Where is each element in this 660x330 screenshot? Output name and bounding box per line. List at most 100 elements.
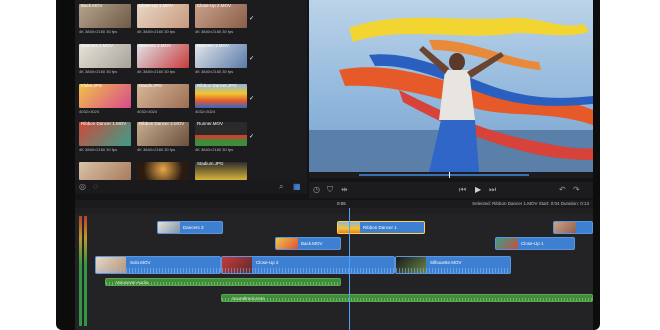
media-tile[interactable]: Runner.MOV 4K 3840×2160 30 fps ✓ bbox=[195, 121, 254, 156]
media-meta: 4K 3840×2160 30 fps bbox=[79, 69, 118, 74]
timeline-header: 0:06 Selected: Ribbon Dancer 1.MOV Start… bbox=[75, 200, 593, 208]
timeline-playhead[interactable] bbox=[349, 208, 350, 330]
audio-meter-left bbox=[79, 216, 82, 326]
skip-forward-icon[interactable]: ⏭ bbox=[489, 186, 496, 194]
media-name: Back.MOV bbox=[81, 3, 103, 8]
audio-clip[interactable]: Voiceover Audio bbox=[105, 278, 341, 286]
media-tile[interactable]: Back.MOV 4K 3840×2160 30 fps bbox=[79, 3, 131, 38]
clip-label: Ribbon Dancer 1 bbox=[363, 225, 397, 230]
clip-thumbnail bbox=[276, 238, 298, 249]
clip-thumbnail bbox=[496, 238, 518, 249]
split-icon[interactable]: ⇹ bbox=[341, 186, 348, 194]
media-tile[interactable]: Ribbon Dancer 1.MOV 4K 3840×2160 30 fps bbox=[79, 121, 131, 156]
video-clip[interactable]: Close-Up 2 bbox=[221, 256, 395, 274]
audio-clip[interactable]: Soundtrack.m4a bbox=[221, 294, 593, 302]
video-clip-selected[interactable]: Ribbon Dancer 1 bbox=[337, 221, 425, 234]
grid-view-icon[interactable]: ▦ bbox=[293, 183, 301, 191]
dancer-shirt bbox=[439, 70, 475, 120]
media-name: Hands.JPG bbox=[139, 83, 163, 88]
media-name: Dancers 2.MOV bbox=[139, 43, 172, 48]
timeline-ruler bbox=[75, 208, 593, 214]
viewer-frame bbox=[309, 17, 593, 172]
media-name: Ribbon Dancer.JPG bbox=[197, 83, 237, 88]
media-meta: 4K 3840×2160 30 fps bbox=[137, 147, 176, 152]
media-browser: Back.MOV 4K 3840×2160 30 fps Close-Up 1.… bbox=[75, 0, 307, 194]
audio-waveform bbox=[222, 268, 394, 273]
sidebar-strip bbox=[61, 0, 75, 330]
options-icon[interactable]: ◌ bbox=[93, 183, 98, 191]
media-name: Dancers 1.MOV bbox=[81, 43, 114, 48]
media-tile[interactable]: Hands.JPG 4032×3024 bbox=[137, 83, 189, 118]
ribbon-yellow bbox=[349, 17, 589, 42]
selected-check-icon: ✓ bbox=[249, 134, 255, 140]
video-clip[interactable]: Silhouette.MOV bbox=[395, 256, 511, 274]
browser-toolbar: ◎ ◌ ⌕ ▦ bbox=[75, 180, 307, 194]
viewer-scrubber[interactable] bbox=[309, 172, 593, 178]
media-tile[interactable]: Dancers 2.MOV 4K 3840×2160 30 fps bbox=[137, 43, 189, 78]
dancer-pants bbox=[429, 120, 479, 172]
clock-icon[interactable]: ◷ bbox=[313, 186, 320, 194]
clip-label: Silhouette.MOV bbox=[430, 260, 462, 265]
media-meta: 4K 3840×2160 30 fps bbox=[79, 147, 118, 152]
skip-back-icon[interactable]: ⏮ bbox=[459, 186, 466, 194]
selected-check-icon: ✓ bbox=[249, 16, 255, 22]
app-screen: Back.MOV 4K 3840×2160 30 fps Close-Up 1.… bbox=[61, 0, 593, 330]
media-meta: 4K 3840×2160 30 fps bbox=[79, 29, 118, 34]
video-viewer[interactable] bbox=[309, 0, 593, 172]
audio-waveform bbox=[96, 268, 220, 273]
media-meta: 4K 3840×2160 30 fps bbox=[195, 29, 234, 34]
media-name: Close-Up 1.MOV bbox=[139, 3, 174, 8]
video-clip[interactable]: Dancers 3 bbox=[157, 221, 223, 234]
dancer-head bbox=[449, 53, 465, 71]
media-name: Ribbon Dancer 1.MOV bbox=[81, 121, 127, 126]
transport-bar: ◷ ⛉ ⇹ ⏮ ▶ ⏭ ↶ ↷ bbox=[309, 182, 593, 198]
clip-label: Close-Up 2 bbox=[256, 260, 279, 265]
search-icon[interactable]: ⌕ bbox=[279, 183, 283, 191]
media-meta: 4032×3024 bbox=[79, 109, 100, 114]
media-meta: 4K 3840×2160 30 fps bbox=[195, 147, 234, 152]
redo-icon[interactable]: ↷ bbox=[573, 186, 580, 194]
media-name: Ribbon Dancer 2.MOV bbox=[139, 121, 185, 126]
media-tile[interactable]: Ribbon Dancer.JPG 4032×3024 ✓ bbox=[195, 83, 254, 118]
undo-icon[interactable]: ↶ bbox=[559, 186, 566, 194]
media-meta: 4K 3840×2160 30 fps bbox=[137, 69, 176, 74]
media-tile[interactable]: Dancers 3.MOV 4K 3840×2160 30 fps ✓ bbox=[195, 43, 254, 78]
checkmark-circle-icon[interactable]: ◎ bbox=[79, 183, 86, 191]
clip-label: Close-Up 1 bbox=[521, 241, 544, 246]
selection-info: Selected: Ribbon Dancer 1.MOV Start: 0:0… bbox=[472, 201, 589, 206]
media-name: Fluke.JPG bbox=[81, 83, 103, 88]
media-name: Runner.MOV bbox=[197, 121, 224, 126]
media-tile[interactable]: Close-Up 1.MOV 4K 3840×2160 30 fps bbox=[137, 3, 189, 38]
media-tile[interactable]: Ribbon Dancer 2.MOV 4K 3840×2160 30 fps bbox=[137, 121, 189, 156]
video-clip[interactable]: Close-Up 1 bbox=[495, 237, 575, 250]
video-clip[interactable]: Solo.MOV bbox=[95, 256, 221, 274]
media-meta: 4K 3840×2160 30 fps bbox=[195, 69, 234, 74]
video-clip[interactable]: Back.MOV bbox=[275, 237, 341, 250]
audio-waveform bbox=[396, 268, 510, 273]
media-tile[interactable]: Fluke.JPG 4032×3024 bbox=[79, 83, 131, 118]
clip-thumbnail bbox=[554, 222, 576, 233]
media-name: Close-Up 2.MOV bbox=[197, 3, 232, 8]
media-meta: 4032×3024 bbox=[195, 109, 216, 114]
clip-label: Solo.MOV bbox=[130, 260, 151, 265]
selected-check-icon: ✓ bbox=[249, 96, 255, 102]
media-meta: 4032×3024 bbox=[137, 109, 158, 114]
media-meta: 4K 3840×2160 30 fps bbox=[137, 29, 176, 34]
media-tile[interactable]: Close-Up 2.MOV 4K 3840×2160 30 fps ✓ bbox=[195, 3, 254, 38]
media-name: Dancers 3.MOV bbox=[197, 43, 230, 48]
scrubber-playhead[interactable] bbox=[449, 172, 450, 178]
audio-meter-right bbox=[84, 216, 87, 326]
scrubber-range bbox=[359, 174, 529, 176]
clip-label: Dancers 3 bbox=[183, 225, 204, 230]
selected-check-icon: ✓ bbox=[249, 56, 255, 62]
clip-label: Back.MOV bbox=[301, 241, 323, 246]
timeline[interactable]: 0:06 Selected: Ribbon Dancer 1.MOV Start… bbox=[75, 200, 593, 330]
video-clip[interactable] bbox=[553, 221, 593, 234]
media-tile[interactable]: Dancers 1.MOV 4K 3840×2160 30 fps bbox=[79, 43, 131, 78]
media-thumbnail bbox=[137, 162, 189, 180]
media-thumbnail bbox=[79, 162, 131, 180]
audio-waveform bbox=[106, 282, 340, 285]
media-name: Stadium.JPG bbox=[197, 161, 224, 166]
shield-icon[interactable]: ⛉ bbox=[327, 186, 333, 194]
play-icon[interactable]: ▶ bbox=[475, 186, 481, 194]
